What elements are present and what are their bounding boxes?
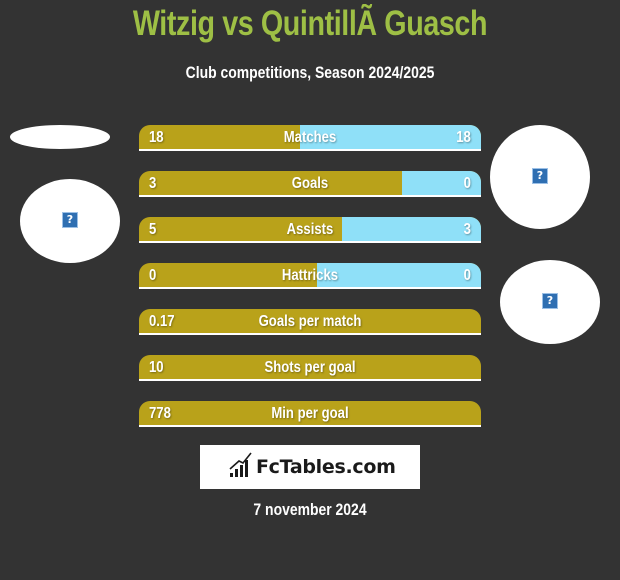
stat-bar-shots-per-goal: 10 Shots per goal [139,355,481,381]
stat-bar-goals-per-match: 0.17 Goals per match [139,309,481,335]
team-left-logo [10,125,110,149]
player-left-photo: ? [20,179,120,263]
left-value: 10 [149,359,164,376]
broken-image-icon: ? [62,212,78,228]
broken-image-icon: ? [542,293,558,309]
left-value: 5 [149,221,157,238]
left-value: 0 [149,267,157,284]
stat-label: Goals per match [258,313,362,330]
left-value: 778 [149,405,171,422]
stat-bar-assists: 5 Assists 3 [139,217,481,243]
broken-image-icon: ? [532,168,548,184]
team-right-logo: ? [500,260,600,344]
right-value: 3 [463,221,471,238]
stat-label: Matches [283,129,337,146]
player-right-photo: ? [490,125,590,229]
right-value: 18 [456,129,471,146]
stat-label: Goals [291,175,329,192]
stat-bar-hattricks: 0 Hattricks 0 [139,263,481,289]
stat-bar-min-per-goal: 778 Min per goal [139,401,481,427]
stat-label: Hattricks [281,267,339,284]
left-value: 18 [149,129,164,146]
page-title: Witzig vs QuintillÃ Guasch [132,4,488,43]
page-subtitle: Club competitions, Season 2024/2025 [185,63,435,82]
bar-chart-icon [229,452,252,477]
stat-bar-matches: 18 Matches 18 [139,125,481,151]
stat-label: Assists [286,221,334,238]
logo-text: FcTables.com [256,456,396,478]
stat-label: Min per goal [271,405,349,422]
stat-bar-goals: 3 Goals 0 [139,171,481,197]
report-date: 7 november 2024 [253,500,367,519]
right-value: 0 [463,267,471,284]
fctables-logo[interactable]: FcTables.com [200,445,420,489]
right-value: 0 [463,175,471,192]
left-value: 3 [149,175,157,192]
stat-label: Shots per goal [264,359,356,376]
